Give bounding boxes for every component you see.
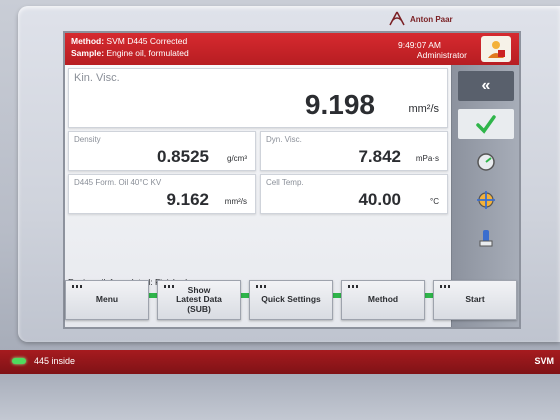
show-latest-data-button[interactable]: Show Latest Data (SUB) (157, 280, 241, 320)
brand-name: Anton Paar (410, 14, 453, 24)
dyn-visc-label: Dyn. Visc. (266, 135, 302, 144)
method-label: Method: (71, 36, 105, 46)
kin-visc-label: Kin. Visc. (74, 72, 120, 84)
d445-kv-panel: D445 Form. Oil 40°C KV 9.162 mm²/s (68, 174, 256, 214)
model-label: SVM (534, 356, 554, 366)
checkmark-icon (476, 115, 496, 134)
method-button[interactable]: Method (341, 280, 425, 320)
kin-visc-panel: Kin. Visc. 9.198 mm²/s (68, 68, 448, 128)
d445-kv-unit: mm²/s (224, 197, 247, 206)
cell-temp-unit: °C (430, 197, 439, 206)
density-label: Density (74, 135, 101, 144)
kin-visc-value: 9.198 (304, 89, 375, 120)
dyn-visc-value: 7.842 (358, 147, 401, 166)
gauge-icon (477, 153, 495, 171)
d445-kv-label: D445 Form. Oil 40°C KV (74, 178, 162, 187)
start-label: Start (465, 294, 485, 305)
cell-temp-panel: Cell Temp. 40.00 °C (260, 174, 448, 214)
sample-label: Sample: (71, 48, 105, 58)
quick-settings-label: Quick Settings (261, 294, 321, 305)
header-bar: Method: SVM D445 Corrected Sample: Engin… (65, 33, 519, 65)
collapse-button[interactable]: « (458, 71, 514, 101)
target-button[interactable] (458, 185, 514, 215)
density-value: 0.8525 (157, 147, 209, 166)
sample-changer-icon (479, 230, 493, 247)
collapse-icon: « (481, 77, 491, 94)
show-latest-line3: (SUB) (187, 303, 211, 314)
sample-changer-button[interactable] (458, 223, 514, 253)
density-panel: Density 0.8525 g/cm³ (68, 131, 256, 171)
anton-paar-logo-icon (389, 11, 405, 26)
checkmark-button[interactable] (458, 109, 514, 139)
dyn-visc-unit: mPa·s (415, 154, 439, 163)
d445-kv-value: 9.162 (166, 190, 209, 209)
gauge-button[interactable] (458, 147, 514, 177)
cell-temp-value: 40.00 (358, 190, 401, 209)
device-lower-housing (0, 374, 560, 420)
density-unit: g/cm³ (227, 154, 247, 163)
clock: 9:49:07 AM (397, 40, 441, 50)
quick-settings-button[interactable]: Quick Settings (249, 280, 333, 320)
start-button[interactable]: Start (433, 280, 517, 320)
sample-value: Engine oil, formulated (106, 48, 189, 58)
cell-temp-label: Cell Temp. (266, 178, 304, 187)
status-led-icon (12, 358, 26, 364)
device-status-strip: 445 inside SVM (0, 350, 560, 374)
menu-label: Menu (95, 294, 119, 305)
method-label: Method (367, 294, 399, 305)
target-icon (477, 191, 495, 209)
menu-button[interactable]: Menu (65, 280, 149, 320)
method-value: SVM D445 Corrected (106, 36, 188, 46)
dyn-visc-panel: Dyn. Visc. 7.842 mPa·s (260, 131, 448, 171)
module-status-text: 445 inside (34, 356, 76, 366)
user-icon[interactable] (481, 36, 511, 62)
kin-visc-unit: mm²/s (408, 103, 439, 115)
brand-logo: Anton Paar (388, 10, 453, 28)
user-name: Administrator (416, 50, 467, 60)
softkey-bar: Menu Show Latest Data (SUB) Quick Settin… (63, 280, 521, 325)
